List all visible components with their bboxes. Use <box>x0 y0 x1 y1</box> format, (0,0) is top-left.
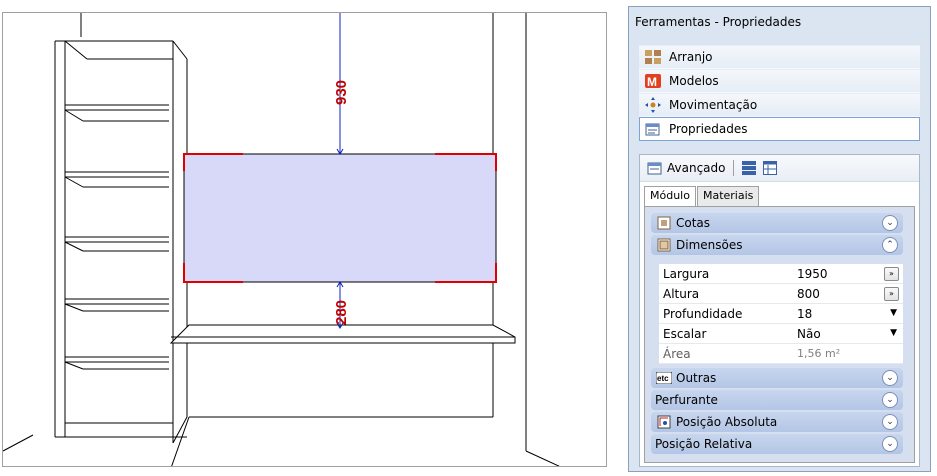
advanced-toolbar: Avançado <box>640 155 919 182</box>
cabinet-drawing[interactable]: 930 280 <box>3 13 607 467</box>
prop-name: Largura <box>663 266 710 281</box>
expand-button[interactable]: » <box>884 267 899 281</box>
prop-name: Escalar <box>663 326 707 341</box>
section-outras-label: Outras <box>676 371 717 385</box>
tools-properties-panel: Ferramentas - Propriedades Arranjo M Mod… <box>628 6 931 472</box>
prop-row-escalar: Escalar Não ▼ <box>659 324 903 344</box>
tool-arranjo[interactable]: Arranjo <box>639 45 920 69</box>
dimensions-icon <box>655 215 673 231</box>
properties-icon <box>643 120 663 138</box>
dropdown-arrow-icon[interactable]: ▼ <box>890 308 897 318</box>
escalar-select[interactable]: Não <box>795 324 889 344</box>
chevron-down-icon[interactable]: ⌄ <box>882 215 898 231</box>
prop-row-altura: Altura 800 » <box>659 284 903 304</box>
altura-input[interactable]: 800 <box>795 284 889 304</box>
section-outras[interactable]: etc Outras ⌄ <box>651 368 903 388</box>
section-posicao-relativa-label: Posição Relativa <box>655 437 753 451</box>
chevron-up-icon[interactable]: ⌃ <box>882 237 898 253</box>
tool-movimentacao[interactable]: Movimentação <box>639 93 920 117</box>
property-tabs: Módulo Materiais <box>644 186 760 207</box>
models-icon: M <box>643 72 663 90</box>
list-view-icon[interactable] <box>740 159 758 177</box>
section-perfurante-label: Perfurante <box>655 393 718 407</box>
section-cotas-label: Cotas <box>676 216 711 230</box>
section-posicao-relativa[interactable]: Posição Relativa ⌄ <box>651 434 903 454</box>
area-value: 1,56 m² <box>797 346 841 360</box>
grid-view-icon[interactable] <box>761 159 779 177</box>
section-perfurante[interactable]: Perfurante ⌄ <box>651 390 903 410</box>
section-dimensoes[interactable]: Dimensões ⌃ <box>651 235 903 255</box>
largura-input[interactable]: 1950 <box>795 264 889 284</box>
section-dimensoes-label: Dimensões <box>676 238 743 252</box>
tool-arranjo-label: Arranjo <box>669 50 713 64</box>
advanced-properties-box: Avançado Módulo Materiais Cotas ⌄ Dimens… <box>639 154 920 467</box>
advanced-icon[interactable] <box>646 159 664 177</box>
profundidade-select[interactable]: 18 <box>795 304 889 324</box>
dimension-top-label: 930 <box>333 80 350 105</box>
tab-modulo-content: Cotas ⌄ Dimensões ⌃ Largura 1950 » Altur… <box>644 206 915 463</box>
svg-text:M: M <box>647 75 657 88</box>
chevron-down-icon[interactable]: ⌄ <box>882 414 898 430</box>
dimension-bottom-label: 280 <box>333 300 350 325</box>
section-cotas[interactable]: Cotas ⌄ <box>651 213 903 233</box>
tab-materiais[interactable]: Materiais <box>696 186 760 206</box>
chevron-down-icon[interactable]: ⌄ <box>882 436 898 452</box>
panel-title: Ferramentas - Propriedades <box>635 15 802 29</box>
tab-modulo[interactable]: Módulo <box>644 186 696 207</box>
position-icon <box>655 414 673 430</box>
arrange-icon <box>643 48 663 66</box>
move-icon <box>643 96 663 114</box>
prop-name: Área <box>663 346 691 361</box>
etc-icon: etc <box>655 370 673 386</box>
prop-row-area: Área 1,56 m² <box>659 344 903 364</box>
size-icon <box>655 237 673 253</box>
drawing-viewport[interactable]: 930 280 <box>2 12 607 467</box>
tool-modelos[interactable]: M Modelos <box>639 69 920 93</box>
tool-list: Arranjo M Modelos Movimentação Proprieda… <box>639 45 920 141</box>
expand-button[interactable]: » <box>884 287 899 301</box>
section-posicao-absoluta-label: Posição Absoluta <box>676 415 778 429</box>
prop-row-largura: Largura 1950 » <box>659 264 903 284</box>
prop-row-profundidade: Profundidade 18 ▼ <box>659 304 903 324</box>
advanced-label[interactable]: Avançado <box>667 161 725 175</box>
prop-name: Altura <box>663 286 700 301</box>
prop-name: Profundidade <box>663 306 743 321</box>
tool-movimentacao-label: Movimentação <box>669 98 758 112</box>
tool-propriedades-label: Propriedades <box>669 122 748 136</box>
section-posicao-absoluta[interactable]: Posição Absoluta ⌄ <box>651 412 903 432</box>
svg-text:etc: etc <box>657 374 669 383</box>
selected-panel <box>183 153 497 283</box>
dropdown-arrow-icon[interactable]: ▼ <box>890 328 897 338</box>
tool-modelos-label: Modelos <box>669 74 719 88</box>
dimensions-properties: Largura 1950 » Altura 800 » Profundidade… <box>659 264 903 364</box>
tool-propriedades[interactable]: Propriedades <box>639 117 920 141</box>
chevron-down-icon[interactable]: ⌄ <box>882 370 898 386</box>
toolbar-separator <box>733 160 735 176</box>
chevron-down-icon[interactable]: ⌄ <box>882 392 898 408</box>
